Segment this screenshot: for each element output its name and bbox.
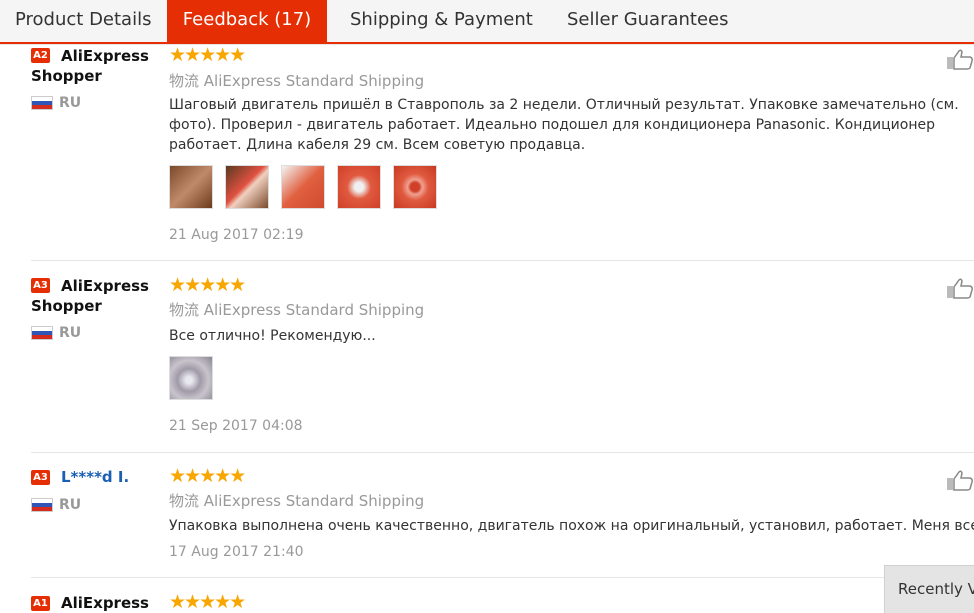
reviewer-country: RU [59, 497, 82, 513]
shipping-method: 物流 AliExpress Standard Shipping [169, 490, 424, 511]
reviewer-country: RU [59, 325, 82, 341]
russia-flag-icon [31, 326, 53, 340]
review-divider [31, 577, 974, 578]
shipping-method: 物流 AliExpress Standard Shipping [169, 299, 424, 320]
review-text: Шаговый двигатель пришёл в Ставрополь за… [169, 97, 959, 153]
tab-seller-guarantees[interactable]: Seller Guarantees [567, 0, 729, 44]
reviewer-name[interactable]: L****d I. [31, 467, 161, 487]
review-photo[interactable] [225, 165, 270, 209]
tab-bar: Product Details Feedback (17) Shipping &… [0, 0, 974, 45]
star-rating: ★★★★★ [169, 591, 246, 613]
star-rating: ★★★★★ [169, 274, 246, 296]
shipping-method: 物流 AliExpress Standard Shipping [169, 70, 424, 91]
review-photo[interactable] [169, 356, 213, 400]
review-divider [31, 452, 974, 453]
tab-underline [0, 42, 974, 44]
russia-flag-icon [31, 96, 53, 110]
review-photos [169, 165, 444, 209]
review-date: 21 Sep 2017 04:08 [169, 418, 303, 434]
shipping-name: AliExpress Standard Shipping [203, 492, 425, 510]
thumbs-up-icon[interactable] [946, 469, 974, 491]
shipping-name: AliExpress Standard Shipping [203, 301, 425, 319]
review-date: 17 Aug 2017 21:40 [169, 544, 304, 560]
tab-shipping-payment[interactable]: Shipping & Payment [350, 0, 533, 44]
thumbs-up-icon[interactable] [946, 277, 974, 299]
review-photo[interactable] [393, 165, 438, 209]
star-rating: ★★★★★ [169, 465, 246, 487]
review-photo[interactable] [337, 165, 382, 209]
star-rating: ★★★★★ [169, 44, 246, 66]
reviewer-country: RU [59, 95, 82, 111]
review-date: 21 Aug 2017 02:19 [169, 227, 304, 243]
review-photo[interactable] [169, 165, 213, 209]
review-photo[interactable] [281, 165, 326, 209]
reviewer-name: AliExpress [61, 594, 149, 612]
tab-product-details[interactable]: Product Details [15, 0, 151, 44]
reviewer-name: AliExpress Shopper [31, 277, 149, 315]
shipping-prefix: 物流 [169, 492, 200, 510]
review-divider [31, 260, 974, 261]
review-text: Все отлично! Рекомендую... [169, 328, 376, 344]
shipping-prefix: 物流 [169, 301, 200, 319]
shipping-prefix: 物流 [169, 72, 200, 90]
recently-viewed-button[interactable]: Recently Viewed [884, 565, 974, 613]
thumbs-up-icon[interactable] [946, 48, 974, 70]
review-text: Упаковка выполнена очень качественно, дв… [169, 518, 974, 534]
shipping-name: AliExpress Standard Shipping [203, 72, 425, 90]
tab-feedback[interactable]: Feedback (17) [167, 0, 327, 44]
review-photos [169, 356, 220, 400]
russia-flag-icon [31, 498, 53, 512]
reviewer-name: AliExpress Shopper [31, 47, 149, 85]
